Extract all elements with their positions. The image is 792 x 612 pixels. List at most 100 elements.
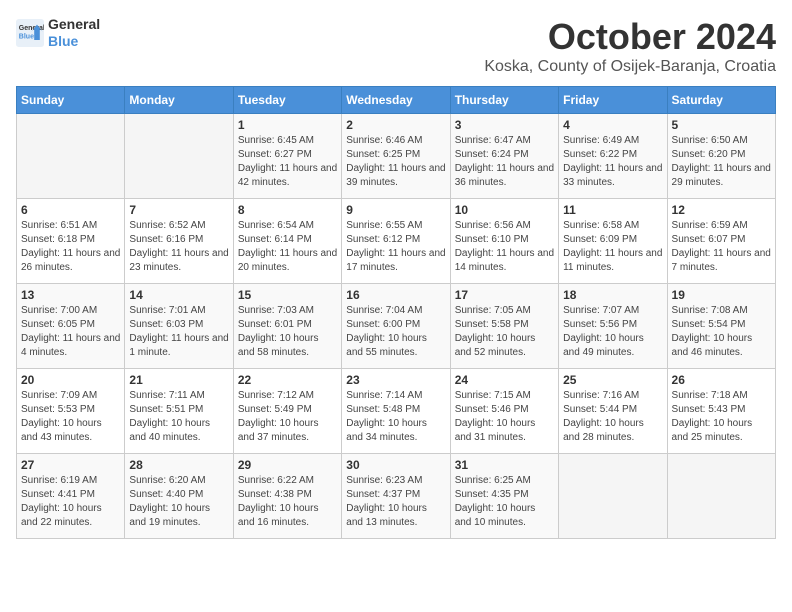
header-cell-saturday: Saturday bbox=[667, 87, 775, 114]
calendar-cell: 6 Sunrise: 6:51 AMSunset: 6:18 PMDaylight… bbox=[17, 199, 125, 284]
header-cell-monday: Monday bbox=[125, 87, 233, 114]
day-info: Sunrise: 6:20 AMSunset: 4:40 PMDaylight:… bbox=[129, 474, 228, 530]
day-info: Sunrise: 7:18 AMSunset: 5:43 PMDaylight:… bbox=[672, 389, 771, 445]
day-info: Sunrise: 7:00 AMSunset: 6:05 PMDaylight:… bbox=[21, 304, 120, 360]
day-info: Sunrise: 6:56 AMSunset: 6:10 PMDaylight:… bbox=[455, 219, 554, 275]
month-title: October 2024 bbox=[484, 16, 776, 58]
day-info: Sunrise: 7:08 AMSunset: 5:54 PMDaylight:… bbox=[672, 304, 771, 360]
day-number: 10 bbox=[455, 203, 554, 217]
day-info: Sunrise: 6:47 AMSunset: 6:24 PMDaylight:… bbox=[455, 134, 554, 190]
calendar-cell: 18 Sunrise: 7:07 AMSunset: 5:56 PMDayligh… bbox=[559, 284, 667, 369]
day-number: 5 bbox=[672, 118, 771, 132]
header-cell-tuesday: Tuesday bbox=[233, 87, 341, 114]
calendar-cell: 7Sunrise: 6:52 AMSunset: 6:16 PMDaylight… bbox=[125, 199, 233, 284]
title-area: October 2024 Koska, County of Osijek-Bar… bbox=[484, 16, 776, 76]
day-number: 15 bbox=[238, 288, 337, 302]
calendar-cell bbox=[17, 114, 125, 199]
day-info: Sunrise: 6:19 AMSunset: 4:41 PMDaylight:… bbox=[21, 474, 120, 530]
calendar-cell: 13 Sunrise: 7:00 AMSunset: 6:05 PMDayligh… bbox=[17, 284, 125, 369]
calendar-cell: 8 Sunrise: 6:54 AMSunset: 6:14 PMDaylight… bbox=[233, 199, 341, 284]
day-number: 11 bbox=[563, 203, 662, 217]
week-row-3: 13 Sunrise: 7:00 AMSunset: 6:05 PMDayligh… bbox=[17, 284, 776, 369]
calendar-cell: 17 Sunrise: 7:05 AMSunset: 5:58 PMDayligh… bbox=[450, 284, 558, 369]
day-info: Sunrise: 6:49 AMSunset: 6:22 PMDaylight:… bbox=[563, 134, 662, 190]
calendar-cell: 23Sunrise: 7:14 AMSunset: 5:48 PMDayligh… bbox=[342, 369, 450, 454]
day-info: Sunrise: 6:25 AMSunset: 4:35 PMDaylight:… bbox=[455, 474, 554, 530]
calendar-cell: 11 Sunrise: 6:58 AMSunset: 6:09 PMDayligh… bbox=[559, 199, 667, 284]
day-info: Sunrise: 7:04 AMSunset: 6:00 PMDaylight:… bbox=[346, 304, 445, 360]
page-header: General Blue General Blue October 2024 K… bbox=[16, 16, 776, 76]
day-info: Sunrise: 7:01 AMSunset: 6:03 PMDaylight:… bbox=[129, 304, 228, 360]
day-number: 28 bbox=[129, 458, 228, 472]
calendar-cell: 1Sunrise: 6:45 AMSunset: 6:27 PMDaylight… bbox=[233, 114, 341, 199]
day-info: Sunrise: 7:05 AMSunset: 5:58 PMDaylight:… bbox=[455, 304, 554, 360]
logo-line1: General bbox=[48, 16, 100, 33]
day-info: Sunrise: 7:09 AMSunset: 5:53 PMDaylight:… bbox=[21, 389, 120, 445]
day-number: 22 bbox=[238, 373, 337, 387]
day-number: 31 bbox=[455, 458, 554, 472]
day-number: 4 bbox=[563, 118, 662, 132]
subtitle: Koska, County of Osijek-Baranja, Croatia bbox=[484, 58, 776, 76]
day-info: Sunrise: 7:12 AMSunset: 5:49 PMDaylight:… bbox=[238, 389, 337, 445]
day-info: Sunrise: 7:07 AMSunset: 5:56 PMDaylight:… bbox=[563, 304, 662, 360]
day-number: 3 bbox=[455, 118, 554, 132]
day-info: Sunrise: 6:22 AMSunset: 4:38 PMDaylight:… bbox=[238, 474, 337, 530]
day-info: Sunrise: 6:51 AMSunset: 6:18 PMDaylight:… bbox=[21, 219, 120, 275]
day-number: 17 bbox=[455, 288, 554, 302]
calendar-cell: 24Sunrise: 7:15 AMSunset: 5:46 PMDayligh… bbox=[450, 369, 558, 454]
calendar-cell: 19 Sunrise: 7:08 AMSunset: 5:54 PMDayligh… bbox=[667, 284, 775, 369]
day-number: 8 bbox=[238, 203, 337, 217]
day-number: 14 bbox=[129, 288, 228, 302]
calendar-cell: 26 Sunrise: 7:18 AMSunset: 5:43 PMDayligh… bbox=[667, 369, 775, 454]
day-number: 6 bbox=[21, 203, 120, 217]
calendar-table: SundayMondayTuesdayWednesdayThursdayFrid… bbox=[16, 86, 776, 539]
calendar-cell: 27 Sunrise: 6:19 AMSunset: 4:41 PMDayligh… bbox=[17, 454, 125, 539]
day-info: Sunrise: 6:59 AMSunset: 6:07 PMDaylight:… bbox=[672, 219, 771, 275]
day-info: Sunrise: 7:16 AMSunset: 5:44 PMDaylight:… bbox=[563, 389, 662, 445]
logo: General Blue General Blue bbox=[16, 16, 100, 50]
calendar-cell: 20 Sunrise: 7:09 AMSunset: 5:53 PMDayligh… bbox=[17, 369, 125, 454]
day-info: Sunrise: 6:54 AMSunset: 6:14 PMDaylight:… bbox=[238, 219, 337, 275]
day-number: 29 bbox=[238, 458, 337, 472]
day-number: 18 bbox=[563, 288, 662, 302]
calendar-cell: 16 Sunrise: 7:04 AMSunset: 6:00 PMDayligh… bbox=[342, 284, 450, 369]
calendar-cell: 10 Sunrise: 6:56 AMSunset: 6:10 PMDayligh… bbox=[450, 199, 558, 284]
day-info: Sunrise: 7:03 AMSunset: 6:01 PMDaylight:… bbox=[238, 304, 337, 360]
day-info: Sunrise: 6:50 AMSunset: 6:20 PMDaylight:… bbox=[672, 134, 771, 190]
header-cell-friday: Friday bbox=[559, 87, 667, 114]
calendar-cell: 2Sunrise: 6:46 AMSunset: 6:25 PMDaylight… bbox=[342, 114, 450, 199]
calendar-cell: 5 Sunrise: 6:50 AMSunset: 6:20 PMDaylight… bbox=[667, 114, 775, 199]
calendar-cell: 29 Sunrise: 6:22 AMSunset: 4:38 PMDayligh… bbox=[233, 454, 341, 539]
day-number: 21 bbox=[129, 373, 228, 387]
header-row: SundayMondayTuesdayWednesdayThursdayFrid… bbox=[17, 87, 776, 114]
day-number: 26 bbox=[672, 373, 771, 387]
day-info: Sunrise: 7:15 AMSunset: 5:46 PMDaylight:… bbox=[455, 389, 554, 445]
calendar-cell: 4 Sunrise: 6:49 AMSunset: 6:22 PMDaylight… bbox=[559, 114, 667, 199]
day-number: 13 bbox=[21, 288, 120, 302]
day-info: Sunrise: 6:55 AMSunset: 6:12 PMDaylight:… bbox=[346, 219, 445, 275]
day-number: 27 bbox=[21, 458, 120, 472]
week-row-4: 20 Sunrise: 7:09 AMSunset: 5:53 PMDayligh… bbox=[17, 369, 776, 454]
day-info: Sunrise: 6:45 AMSunset: 6:27 PMDaylight:… bbox=[238, 134, 337, 190]
week-row-2: 6 Sunrise: 6:51 AMSunset: 6:18 PMDaylight… bbox=[17, 199, 776, 284]
day-number: 20 bbox=[21, 373, 120, 387]
day-number: 19 bbox=[672, 288, 771, 302]
calendar-header: SundayMondayTuesdayWednesdayThursdayFrid… bbox=[17, 87, 776, 114]
calendar-cell bbox=[667, 454, 775, 539]
calendar-cell: 31 Sunrise: 6:25 AMSunset: 4:35 PMDayligh… bbox=[450, 454, 558, 539]
week-row-1: 1Sunrise: 6:45 AMSunset: 6:27 PMDaylight… bbox=[17, 114, 776, 199]
day-number: 2 bbox=[346, 118, 445, 132]
header-cell-thursday: Thursday bbox=[450, 87, 558, 114]
header-cell-wednesday: Wednesday bbox=[342, 87, 450, 114]
calendar-cell: 12Sunrise: 6:59 AMSunset: 6:07 PMDayligh… bbox=[667, 199, 775, 284]
day-info: Sunrise: 6:58 AMSunset: 6:09 PMDaylight:… bbox=[563, 219, 662, 275]
calendar-cell: 3 Sunrise: 6:47 AMSunset: 6:24 PMDaylight… bbox=[450, 114, 558, 199]
calendar-body: 1Sunrise: 6:45 AMSunset: 6:27 PMDaylight… bbox=[17, 114, 776, 539]
day-info: Sunrise: 7:11 AMSunset: 5:51 PMDaylight:… bbox=[129, 389, 228, 445]
calendar-cell: 14 Sunrise: 7:01 AMSunset: 6:03 PMDayligh… bbox=[125, 284, 233, 369]
day-number: 16 bbox=[346, 288, 445, 302]
calendar-cell: 22 Sunrise: 7:12 AMSunset: 5:49 PMDayligh… bbox=[233, 369, 341, 454]
calendar-cell: 15 Sunrise: 7:03 AMSunset: 6:01 PMDayligh… bbox=[233, 284, 341, 369]
svg-text:Blue: Blue bbox=[19, 33, 34, 40]
day-info: Sunrise: 6:23 AMSunset: 4:37 PMDaylight:… bbox=[346, 474, 445, 530]
